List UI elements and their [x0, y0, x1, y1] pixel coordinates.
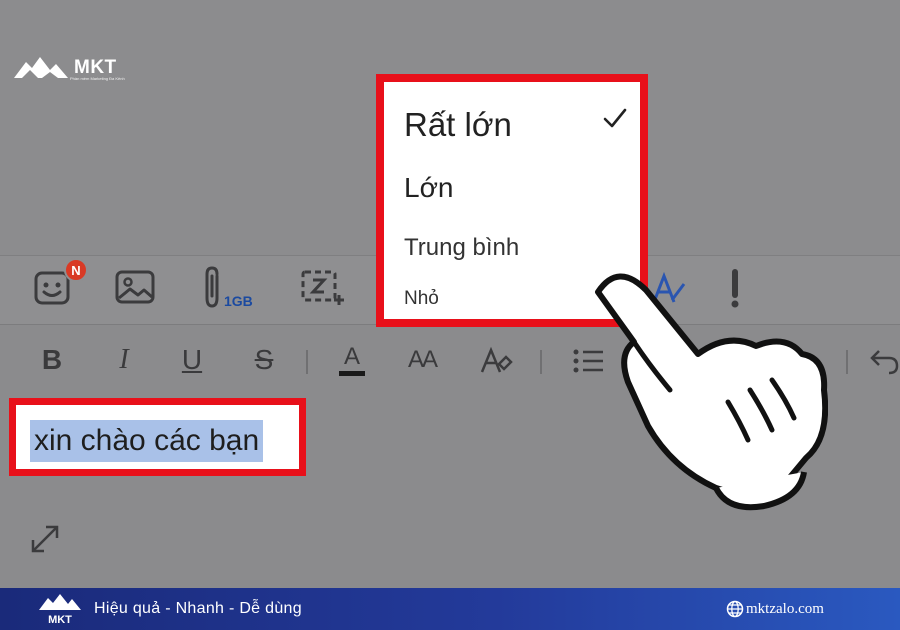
checkmark-icon	[602, 106, 628, 135]
notification-badge: N	[64, 258, 88, 282]
font-color-label: A	[343, 342, 360, 370]
screenshot-icon	[301, 270, 344, 305]
expand-icon	[31, 525, 59, 553]
italic-button[interactable]: I	[108, 340, 140, 380]
menu-item-large[interactable]: Lớn	[404, 172, 454, 204]
footer-slogan: Hiệu quả - Nhanh - Dễ dùng	[94, 600, 302, 617]
undo-icon	[870, 350, 899, 375]
logo-text: MKT	[74, 56, 117, 78]
font-color-swatch	[339, 370, 365, 376]
bold-label: B	[41, 344, 63, 375]
font-size-button[interactable]: AA	[400, 340, 444, 380]
mountain-logo-icon	[14, 57, 68, 78]
menu-item-label: Nhỏ	[404, 288, 439, 309]
undo-button[interactable]	[868, 344, 900, 378]
globe-icon	[726, 600, 744, 623]
font-size-label: AA	[407, 346, 438, 373]
toolbar-divider	[846, 350, 848, 374]
attach-file-button[interactable]	[198, 262, 226, 312]
menu-item-extra-large[interactable]: Rất lớn	[404, 106, 512, 144]
font-color-button[interactable]: A	[336, 340, 368, 380]
footer-logo: MKT	[38, 592, 82, 630]
attachment-size-label: 1GB	[224, 293, 253, 309]
expand-editor-button[interactable]	[28, 522, 62, 556]
menu-item-label: Trung bình	[404, 234, 520, 261]
underline-button[interactable]: U	[176, 340, 208, 380]
italic-label: I	[119, 344, 129, 375]
image-icon	[115, 270, 155, 304]
mountain-logo-icon: MKT	[39, 594, 81, 626]
toolbar-divider	[306, 350, 308, 374]
menu-item-label: Rất lớn	[404, 106, 512, 143]
bold-button[interactable]: B	[36, 340, 68, 380]
screenshot-button[interactable]	[298, 265, 346, 309]
clear-format-button[interactable]	[478, 344, 514, 378]
toolbar-divider	[540, 350, 542, 374]
strikethrough-button[interactable]: S	[248, 340, 280, 380]
eraser-icon	[480, 346, 513, 373]
mkt-logo: MKT Phần mềm Marketing Đa Kênh	[12, 54, 125, 81]
underline-label: U	[181, 344, 203, 375]
strikethrough-label: S	[254, 344, 274, 375]
footer-logo-text: MKT	[48, 614, 72, 626]
menu-item-medium[interactable]: Trung bình	[404, 234, 519, 262]
selected-message-text[interactable]: xin chào các bạn	[30, 420, 264, 462]
menu-item-small[interactable]: Nhỏ	[404, 288, 439, 310]
pointing-hand-icon	[595, 273, 828, 511]
image-button[interactable]	[112, 265, 158, 309]
logo-tagline: Phần mềm Marketing Đa Kênh	[70, 76, 125, 81]
footer-website-link[interactable]: mktzalo.com	[746, 601, 824, 618]
paperclip-icon	[205, 266, 219, 308]
menu-item-label: Lớn	[404, 172, 454, 203]
